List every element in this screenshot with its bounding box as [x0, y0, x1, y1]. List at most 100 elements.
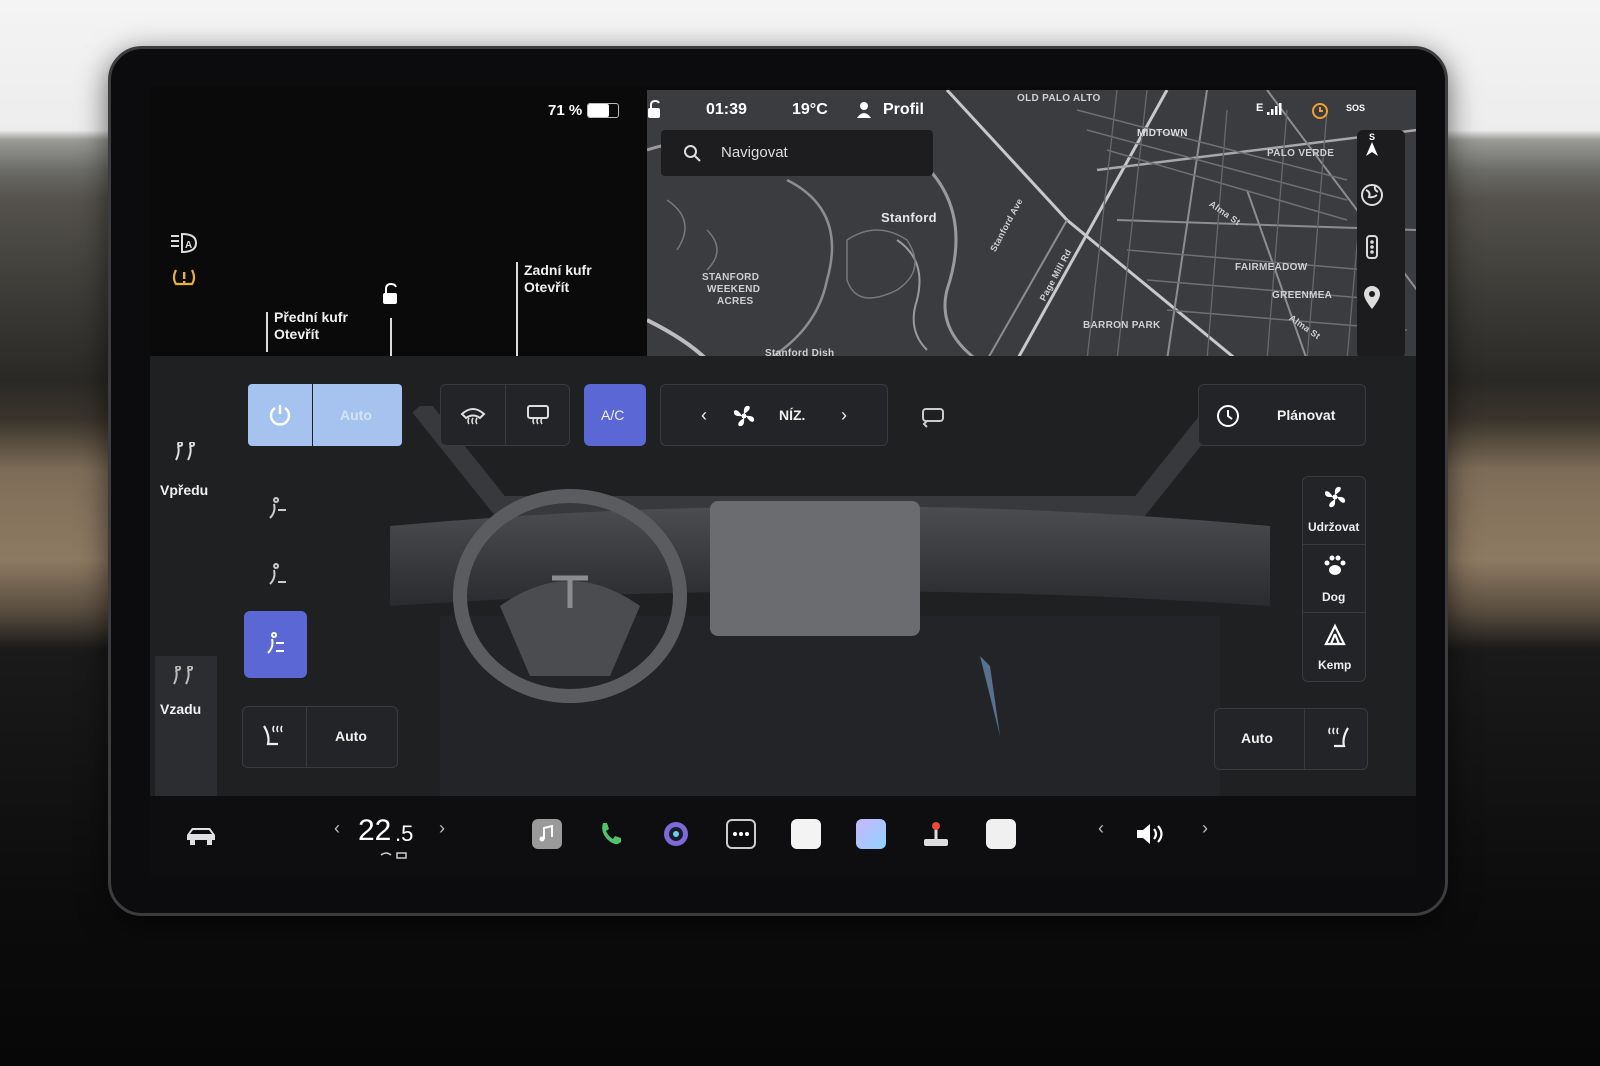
unlocked-icon[interactable] — [378, 282, 402, 306]
cabin-illustration — [390, 406, 1270, 796]
svg-text:A: A — [185, 240, 192, 251]
fan-level: NÍZ. — [779, 407, 806, 423]
touchscreen: A Přední kufr Otevřít Zadní kufr Otevřít… — [150, 86, 1416, 876]
fan-decrease-button[interactable]: ‹ — [701, 405, 707, 426]
car-icon[interactable] — [184, 822, 218, 848]
divider — [1304, 708, 1305, 770]
seat-heater-right-icon[interactable] — [1324, 724, 1352, 752]
ac-label: A/C — [601, 407, 625, 423]
front-trunk-line — [266, 312, 268, 352]
divider — [306, 706, 307, 768]
app-icon-white[interactable] — [791, 819, 821, 849]
front-seats-icon — [175, 442, 196, 461]
navigate-search-field[interactable]: Navigovat — [661, 130, 933, 176]
bottom-dock: ‹ 22 .5 › ‹ › — [150, 796, 1416, 876]
signal-bars-icon — [1267, 103, 1282, 115]
volume-decrease-button[interactable]: ‹ — [1098, 818, 1104, 839]
front-zone-label[interactable]: Vpředu — [160, 482, 208, 498]
divider — [1302, 612, 1366, 613]
app-icon-gradient[interactable] — [856, 819, 886, 849]
music-app-icon[interactable] — [532, 819, 562, 849]
right-seat-heater-auto[interactable]: Auto — [1241, 730, 1273, 746]
dog-mode-icon[interactable] — [1322, 554, 1348, 578]
outside-temperature: 19°C — [792, 101, 828, 118]
tire-pressure-warning-icon — [172, 269, 196, 286]
map-label: GREENMEA — [1272, 290, 1333, 301]
cabin-temp-integer: 22 — [358, 814, 392, 847]
traffic-light-icon[interactable] — [1357, 232, 1387, 262]
rear-trunk-title[interactable]: Zadní kufr — [524, 262, 592, 278]
alarm-clock-icon[interactable] — [1310, 100, 1330, 120]
map-label: ACRES — [717, 296, 754, 307]
dog-mode-label[interactable]: Dog — [1322, 590, 1345, 604]
keep-climate-label[interactable]: Udržovat — [1308, 520, 1359, 534]
ac-button[interactable]: A/C — [584, 384, 646, 446]
map-toolbar: S — [1357, 130, 1405, 358]
map-view[interactable]: OLD PALO ALTO MIDTOWN PALO VERDE Stanfor… — [647, 90, 1416, 360]
map-label: STANFORD — [702, 272, 760, 283]
rear-defrost-icon[interactable] — [524, 402, 552, 428]
schedule-button[interactable]: Plánovat — [1198, 384, 1366, 446]
camera-app-icon[interactable] — [661, 819, 691, 849]
airflow-face-feet-icon — [267, 632, 284, 654]
battery-percent: 71 % — [548, 102, 583, 119]
more-apps-icon[interactable] — [726, 819, 756, 849]
auto-headlights-icon[interactable]: A — [168, 232, 198, 254]
arcade-joystick-icon[interactable] — [921, 819, 951, 849]
network-type: E — [1256, 102, 1264, 114]
battery-icon — [587, 103, 619, 118]
map-label: OLD PALO ALTO — [1017, 93, 1101, 104]
auto-climate-label: Auto — [340, 407, 372, 423]
compass-icon[interactable]: S — [1357, 132, 1387, 162]
volume-icon[interactable] — [1134, 820, 1168, 848]
seat-heater-left-icon[interactable] — [260, 722, 288, 750]
phone-icon[interactable] — [596, 819, 626, 849]
fan-speed-control: ‹ NÍZ. › — [660, 384, 888, 446]
power-icon — [269, 405, 291, 426]
clock: 01:39 — [706, 101, 747, 118]
airflow-face-icon[interactable] — [264, 496, 292, 524]
app-icon-document[interactable] — [986, 819, 1016, 849]
recirculation-icon[interactable] — [920, 404, 946, 428]
cabin-temp-decimal: .5 — [395, 821, 414, 846]
rear-trunk-line — [516, 262, 518, 357]
map-label: Stanford — [881, 210, 937, 225]
airflow-face-feet-button[interactable] — [244, 611, 307, 678]
temp-decrease-button[interactable]: ‹ — [334, 818, 340, 839]
rear-zone-label[interactable]: Vzadu — [160, 701, 201, 717]
map-label: WEEKEND — [707, 284, 761, 295]
left-seat-heater-auto[interactable]: Auto — [335, 728, 367, 744]
front-trunk-open[interactable]: Otevřít — [274, 326, 319, 342]
divider — [505, 384, 506, 446]
clock-icon — [1217, 405, 1239, 427]
globe-icon[interactable] — [1357, 180, 1387, 210]
rear-seats-icon — [173, 666, 194, 685]
defrost-status-icon — [380, 852, 407, 859]
fan-icon — [733, 405, 755, 427]
power-button[interactable] — [248, 384, 312, 446]
fan-increase-button[interactable]: › — [841, 405, 847, 426]
profile-icon[interactable] — [856, 101, 872, 119]
keep-climate-icon[interactable] — [1322, 484, 1348, 510]
lock-status-icon[interactable] — [646, 100, 664, 120]
front-defrost-icon[interactable] — [459, 402, 487, 428]
rear-trunk-open[interactable]: Otevřít — [524, 279, 569, 295]
search-icon — [684, 145, 701, 162]
volume-increase-button[interactable]: › — [1202, 818, 1208, 839]
front-trunk-title[interactable]: Přední kufr — [274, 309, 348, 325]
profile-button[interactable]: Profil — [883, 101, 924, 119]
camp-mode-icon[interactable] — [1322, 622, 1348, 648]
map-label: FAIRMEADOW — [1235, 262, 1308, 273]
pin-icon[interactable] — [1357, 282, 1387, 312]
camp-mode-label[interactable]: Kemp — [1318, 658, 1351, 672]
navigate-placeholder: Navigovat — [721, 144, 788, 161]
compass-letter: S — [1369, 132, 1375, 142]
divider — [1302, 544, 1366, 545]
map-label: MIDTOWN — [1137, 128, 1188, 139]
airflow-feet-icon[interactable] — [264, 562, 292, 590]
front-trunk-line-2 — [390, 318, 392, 358]
temp-increase-button[interactable]: › — [439, 818, 445, 839]
sos-button[interactable]: SOS — [1346, 103, 1365, 113]
auto-climate-button[interactable]: Auto — [313, 384, 402, 446]
schedule-label: Plánovat — [1277, 407, 1336, 423]
